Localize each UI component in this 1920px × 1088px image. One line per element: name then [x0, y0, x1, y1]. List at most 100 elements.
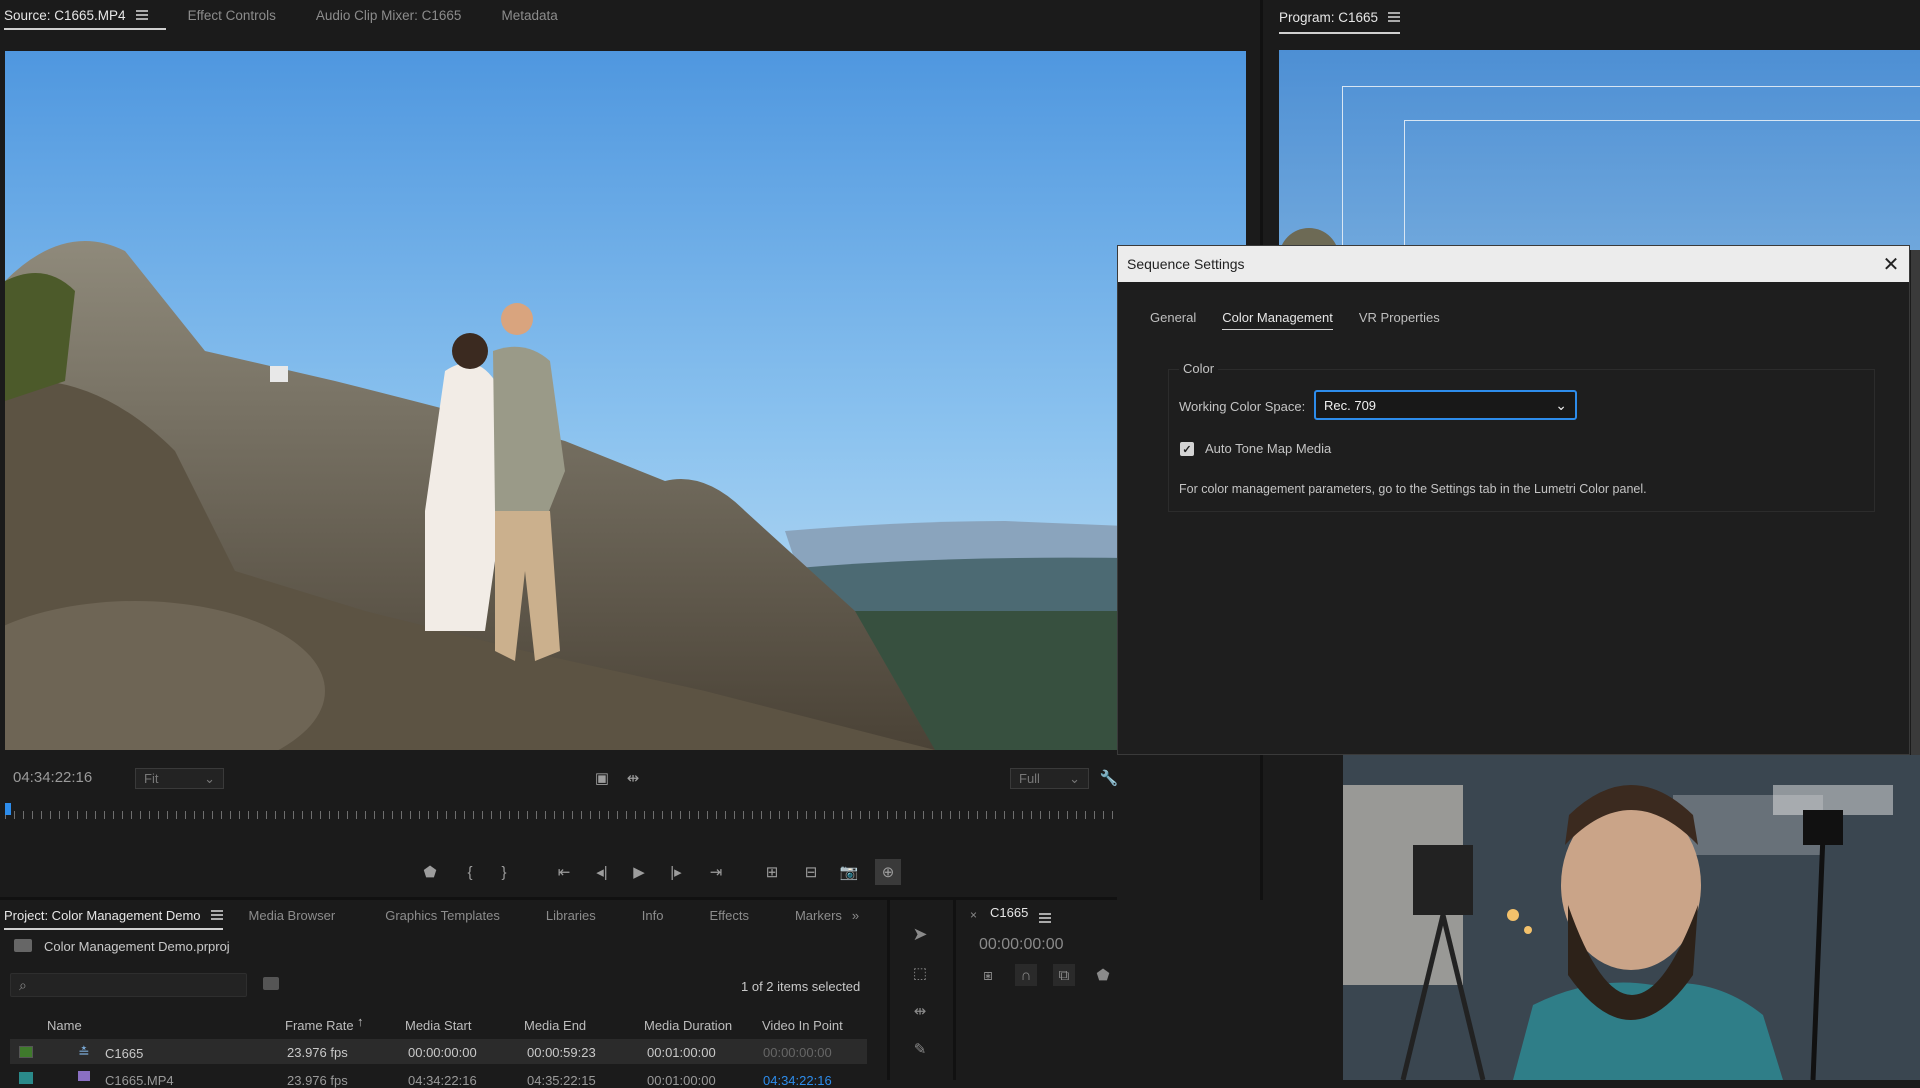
go-to-in-icon[interactable]: ⇤ — [553, 861, 575, 883]
tab-source-label: Source: C1665.MP4 — [4, 7, 126, 23]
razor-tool-icon[interactable]: ✎ — [909, 1038, 931, 1060]
program-monitor-frame — [1279, 50, 1920, 250]
column-header-media-duration[interactable]: Media Duration — [644, 1018, 732, 1033]
row-media-start: 00:00:00:00 — [408, 1045, 477, 1060]
linked-selection-icon[interactable]: ⧉ — [1053, 964, 1075, 986]
find-icon[interactable] — [263, 977, 279, 990]
tab-vr-properties[interactable]: VR Properties — [1359, 310, 1440, 330]
step-back-icon[interactable]: ◂| — [591, 861, 613, 883]
source-time-ruler[interactable] — [5, 803, 1113, 821]
column-header-frame-rate[interactable]: Frame Rate — [285, 1018, 354, 1033]
tab-effects[interactable]: Effects — [709, 900, 773, 930]
auto-tone-map-checkbox[interactable]: ✓ — [1180, 442, 1194, 456]
wrench-icon[interactable]: 🔧 — [1098, 767, 1120, 789]
zoom-value: Fit — [144, 771, 159, 786]
tab-label: Info — [641, 907, 664, 923]
tab-project-label: Project: Color Management Demo — [4, 907, 201, 923]
add-marker-icon[interactable]: ⬟ — [419, 861, 441, 883]
program-panel-tabs: Program: C1665 — [1279, 0, 1422, 34]
chevron-down-icon: ⌄ — [1555, 396, 1567, 413]
step-forward-icon[interactable]: |▸ — [665, 861, 687, 883]
dialog-tabs: General Color Management VR Properties — [1118, 310, 1909, 330]
column-header-media-start[interactable]: Media Start — [405, 1018, 471, 1033]
auto-tone-map-label: Auto Tone Map Media — [1205, 441, 1332, 456]
row-media-duration: 00:01:00:00 — [647, 1045, 716, 1060]
source-timecode[interactable]: 04:34:22:16 — [13, 769, 92, 786]
close-icon[interactable]: ✕ — [1873, 246, 1909, 282]
tools-divider-2 — [953, 900, 956, 1080]
color-group-label: Color — [1179, 361, 1219, 376]
search-icon: ⌕ — [19, 977, 27, 993]
color-management-info: For color management parameters, go to t… — [1179, 482, 1647, 496]
resolution-dropdown[interactable]: Full ⌄ — [1010, 768, 1089, 789]
row-media-start: 04:34:22:16 — [408, 1073, 477, 1088]
tab-label: Metadata — [501, 7, 558, 23]
go-to-out-icon[interactable]: ⇥ — [705, 861, 727, 883]
tab-program[interactable]: Program: C1665 — [1279, 0, 1401, 34]
project-search-input[interactable]: ⌕ — [10, 973, 247, 997]
row-name: C1665.MP4 — [105, 1073, 174, 1088]
timeline-title[interactable]: C1665 — [990, 905, 1028, 920]
dialog-title-bar[interactable]: Sequence Settings ✕ — [1118, 246, 1909, 282]
chevron-down-icon: ⌄ — [204, 770, 215, 786]
panel-menu-icon[interactable] — [135, 10, 148, 20]
zoom-dropdown[interactable]: Fit ⌄ — [135, 768, 224, 789]
track-select-tool-icon[interactable]: ⬚ — [909, 962, 931, 984]
selection-tool-icon[interactable]: ➤ — [909, 923, 931, 945]
panel-menu-icon[interactable] — [1039, 913, 1051, 923]
wedding-couple-photo — [5, 51, 1246, 750]
tab-markers[interactable]: Markers — [795, 900, 842, 930]
working-color-space-select[interactable]: Rec. 709 ⌄ — [1314, 390, 1577, 420]
panel-menu-icon[interactable] — [210, 910, 223, 920]
label-swatch[interactable] — [19, 1072, 33, 1084]
tab-project[interactable]: Project: Color Management Demo — [4, 900, 223, 930]
tab-libraries[interactable]: Libraries — [546, 900, 620, 930]
tab-effect-controls[interactable]: Effect Controls — [188, 0, 294, 30]
column-header-name[interactable]: Name — [47, 1018, 82, 1033]
row-name: C1665 — [105, 1046, 144, 1061]
tab-color-management[interactable]: Color Management — [1222, 310, 1333, 330]
tab-audio-clip-mixer[interactable]: Audio Clip Mixer: C1665 — [316, 0, 480, 30]
panel-menu-icon[interactable] — [1388, 12, 1401, 22]
more-panels-icon[interactable]: » — [852, 900, 859, 930]
timeline-timecode[interactable]: 00:00:00:00 — [979, 936, 1064, 954]
tab-label: Media Browser — [248, 907, 336, 923]
tab-general[interactable]: General — [1150, 310, 1196, 330]
drag-video-icon[interactable]: ⇹ — [622, 767, 644, 789]
close-sequence-icon[interactable]: × — [970, 908, 977, 922]
sequence-settings-dialog: Sequence Settings ✕ General Color Manage… — [1117, 245, 1910, 755]
source-panel-tabs: Source: C1665.MP4 Effect Controls Audio … — [4, 0, 598, 30]
playhead[interactable] — [5, 803, 11, 815]
nest-icon[interactable]: ⧆ — [977, 964, 999, 986]
row-frame-rate: 23.976 fps — [287, 1073, 348, 1088]
row-frame-rate: 23.976 fps — [287, 1045, 348, 1060]
play-icon[interactable]: ▶ — [628, 861, 650, 883]
mark-in-icon[interactable]: { — [459, 861, 481, 883]
snap-icon[interactable]: ∩ — [1015, 964, 1037, 986]
column-header-media-end[interactable]: Media End — [524, 1018, 586, 1033]
tab-metadata[interactable]: Metadata — [501, 0, 575, 30]
insert-icon[interactable]: ⊞ — [761, 861, 783, 883]
button-editor-icon[interactable]: ⊕ — [875, 859, 901, 885]
tab-label: Graphics Templates — [385, 907, 500, 923]
tab-info[interactable]: Info — [642, 900, 688, 930]
tab-label: Audio Clip Mixer: C1665 — [315, 7, 462, 23]
add-marker-icon[interactable]: ⬟ — [1092, 964, 1114, 986]
mark-out-icon[interactable]: } — [493, 861, 515, 883]
label-swatch[interactable] — [19, 1046, 33, 1058]
chevron-down-icon: ⌄ — [1069, 770, 1080, 786]
row-media-duration: 00:01:00:00 — [647, 1073, 716, 1088]
sort-ascending-icon: ↑ — [357, 1014, 364, 1029]
overwrite-icon[interactable]: ⊟ — [800, 861, 822, 883]
export-frame-icon[interactable]: 📷 — [838, 861, 860, 883]
ripple-edit-tool-icon[interactable]: ⇹ — [909, 1000, 931, 1022]
sequence-icon: ≛ — [78, 1044, 90, 1060]
row-video-in-point: 04:34:22:16 — [763, 1073, 832, 1088]
safe-margins-icon[interactable]: ▣ — [591, 767, 613, 789]
column-header-video-in-point[interactable]: Video In Point — [762, 1018, 843, 1033]
tab-label: Markers — [794, 907, 842, 923]
program-monitor-lower — [1911, 250, 1920, 755]
tab-graphics-templates[interactable]: Graphics Templates — [385, 900, 524, 930]
tab-media-browser[interactable]: Media Browser — [249, 900, 364, 930]
tab-source[interactable]: Source: C1665.MP4 — [4, 0, 166, 30]
